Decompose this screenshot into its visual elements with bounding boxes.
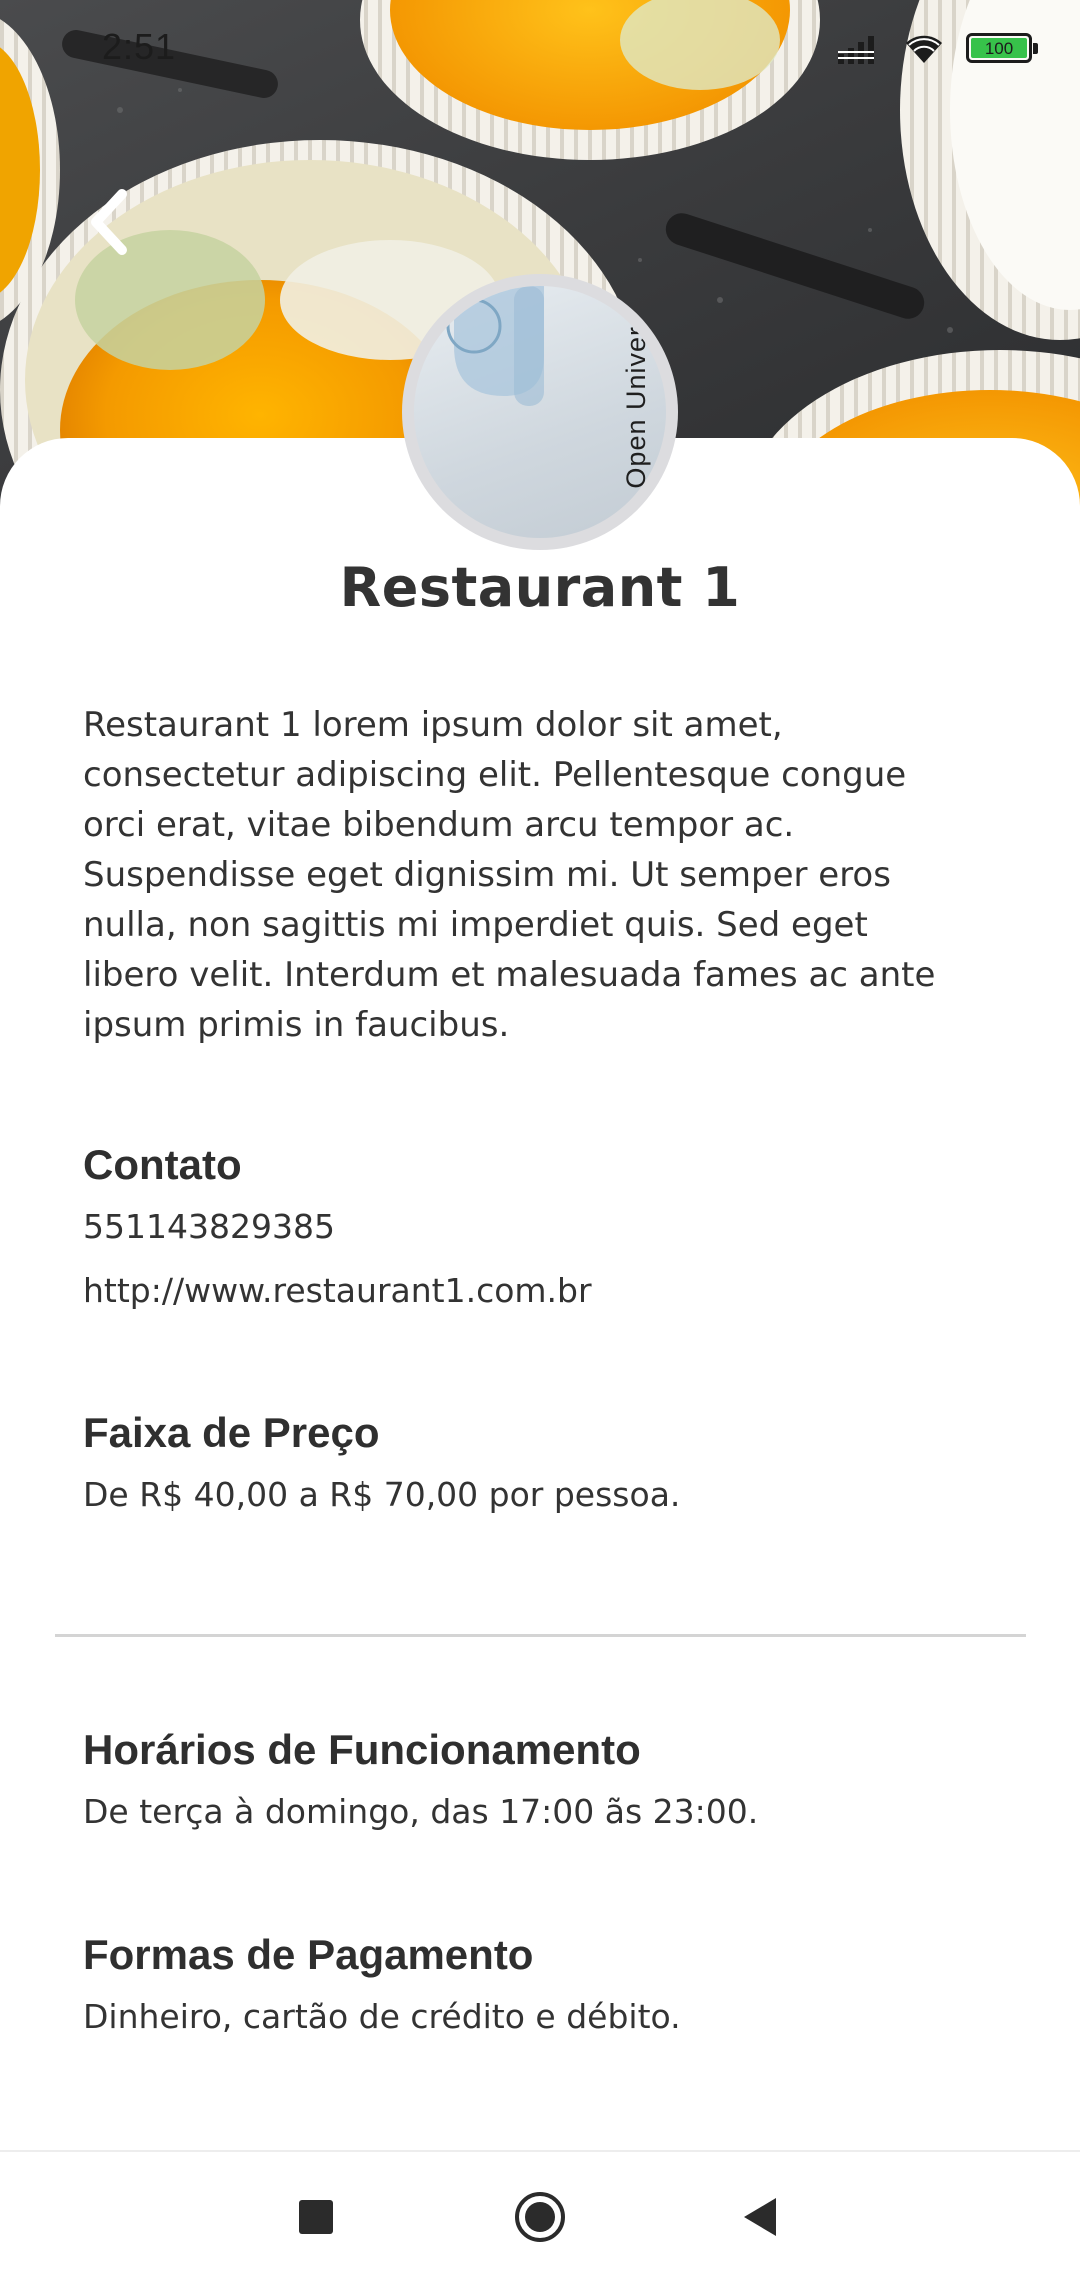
description-line: ipsum primis in faucibus. <box>83 1005 510 1045</box>
status-bar: 2:51 100 <box>0 0 1080 96</box>
description-line: nulla, non sagittis mi imperdiet quis. S… <box>83 905 868 945</box>
description-line: orci erat, vitae bibendum arcu tempor ac… <box>83 805 795 845</box>
wifi-icon <box>906 35 942 63</box>
contact-title: Contato <box>83 1141 242 1188</box>
avatar-caption: Open Univer <box>621 326 651 489</box>
restaurant-avatar: Open Univer <box>402 274 678 550</box>
home-button[interactable] <box>480 2152 600 2280</box>
price-range-section: Faixa de Preço De R$ 40,00 a R$ 70,00 po… <box>83 1403 1003 1527</box>
chevron-left-icon <box>91 189 127 255</box>
price-range-title: Faixa de Preço <box>83 1409 380 1456</box>
back-button[interactable] <box>76 180 148 264</box>
payment-section: Formas de Pagamento Dinheiro, cartão de … <box>83 1925 1003 2049</box>
contact-website[interactable]: http://www.restaurant1.com.br <box>83 1259 1003 1323</box>
payment-text: Dinheiro, cartão de crédito e débito. <box>83 1997 681 2036</box>
avatar-image: Open Univer <box>414 286 666 538</box>
description-line: libero velit. Interdum et malesuada fame… <box>83 955 936 995</box>
description-line: consectetur adipiscing elit. Pellentesqu… <box>83 755 907 795</box>
signal-icon <box>838 36 874 64</box>
hours-title: Horários de Funcionamento <box>83 1726 641 1773</box>
circle-icon <box>515 2192 565 2242</box>
price-range-text: De R$ 40,00 a R$ 70,00 por pessoa. <box>83 1475 681 1514</box>
payment-title: Formas de Pagamento <box>83 1931 534 1978</box>
section-divider <box>55 1634 1026 1637</box>
system-nav-bar <box>0 2150 1080 2280</box>
triangle-back-icon <box>744 2198 776 2236</box>
restaurant-name: Restaurant 1 <box>339 556 741 619</box>
description-line: Restaurant 1 lorem ipsum dolor sit amet, <box>83 705 783 745</box>
restaurant-detail-screen: 2:51 100 Open Univer Restaurant 1 Restau… <box>0 0 1080 2280</box>
hours-section: Horários de Funcionamento De terça à dom… <box>83 1720 1003 1844</box>
restaurant-description: Restaurant 1 lorem ipsum dolor sit amet,… <box>83 700 1003 1050</box>
description-line: Suspendisse eget dignissim mi. Ut semper… <box>83 855 891 895</box>
status-time: 2:51 <box>102 26 177 67</box>
square-icon <box>299 2200 333 2234</box>
status-icons: 100 <box>838 26 1038 70</box>
contact-phone[interactable]: 551143829385 <box>83 1195 1003 1259</box>
battery-level: 100 <box>971 38 1027 58</box>
contact-section: Contato 551143829385 http://www.restaura… <box>83 1135 1003 1323</box>
battery-icon: 100 <box>966 33 1038 63</box>
back-nav-button[interactable] <box>700 2152 820 2280</box>
hours-text: De terça à domingo, das 17:00 ãs 23:00. <box>83 1792 759 1831</box>
recents-button[interactable] <box>256 2152 376 2280</box>
